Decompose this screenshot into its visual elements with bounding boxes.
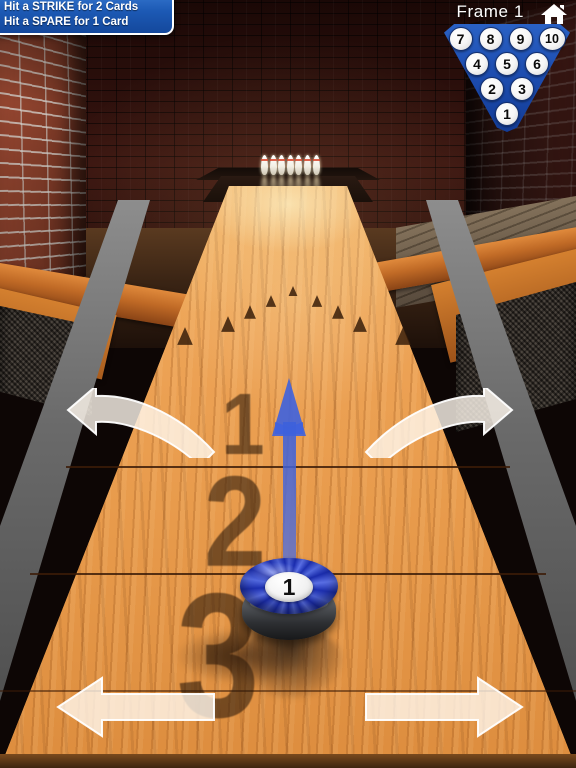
banner-line-strike: Hit a STRIKE for 2 Cards xyxy=(4,0,166,15)
pin-rack-row-2: 456 xyxy=(444,52,570,76)
lane-aim-triangle xyxy=(289,286,298,296)
aim-direction-arrow[interactable] xyxy=(272,378,306,578)
lane-aim-triangle xyxy=(244,305,256,319)
pin-indicator-8[interactable]: 8 xyxy=(479,27,503,51)
pin-rack-row-4: 1 xyxy=(444,102,570,126)
pin-indicator-6[interactable]: 6 xyxy=(525,52,549,76)
move-right-arrow[interactable] xyxy=(364,676,524,738)
home-button[interactable] xyxy=(540,2,568,26)
pin-indicator-5[interactable]: 5 xyxy=(495,52,519,76)
pin-indicator-7[interactable]: 7 xyxy=(449,27,473,51)
pin-rack-row-3: 23 xyxy=(444,77,570,101)
move-left-arrow[interactable] xyxy=(56,676,216,738)
frame-indicator: Frame 1 xyxy=(457,2,525,22)
lane-aim-triangle xyxy=(266,295,276,307)
lane-aim-triangle xyxy=(332,305,344,319)
bowling-pin xyxy=(270,155,277,175)
aim-right-curved-arrow[interactable] xyxy=(364,388,514,458)
aim-arrow-shaft xyxy=(283,422,296,578)
bowling-pin xyxy=(313,155,320,175)
bowling-pin xyxy=(304,155,311,175)
bonus-info-banner: Hit a STRIKE for 2 Cards Hit a SPARE for… xyxy=(0,0,174,35)
lane-aim-triangle xyxy=(221,316,235,332)
pin-rack-row-1: 78910 xyxy=(444,27,570,51)
lane-aim-triangle xyxy=(177,327,193,345)
lane-aim-triangle xyxy=(312,295,322,307)
game-screen: 1 2 3 1 Hit a STRIKE for 2 Cards Hit a S… xyxy=(0,0,576,768)
pin-indicator-9[interactable]: 9 xyxy=(509,27,533,51)
home-icon xyxy=(540,2,568,26)
lane-aim-triangle xyxy=(353,316,367,332)
bowling-puck[interactable]: 1 xyxy=(236,556,342,642)
pin-indicator-3[interactable]: 3 xyxy=(510,77,534,101)
bowling-pin xyxy=(261,155,268,175)
pin-indicator-1[interactable]: 1 xyxy=(495,102,519,126)
bowling-pin xyxy=(287,155,294,175)
pin-indicator-4[interactable]: 4 xyxy=(465,52,489,76)
aim-left-curved-arrow[interactable] xyxy=(66,388,216,458)
pin-indicator-2[interactable]: 2 xyxy=(480,77,504,101)
lane-aim-triangle xyxy=(395,327,411,345)
banner-line-spare: Hit a SPARE for 1 Card xyxy=(4,15,166,30)
bottom-edge-strip xyxy=(0,754,576,768)
pin-rack-indicator[interactable]: 78910 456 23 1 xyxy=(444,24,570,132)
pin-indicator-10[interactable]: 10 xyxy=(539,27,566,51)
puck-number-label: 1 xyxy=(265,572,313,602)
